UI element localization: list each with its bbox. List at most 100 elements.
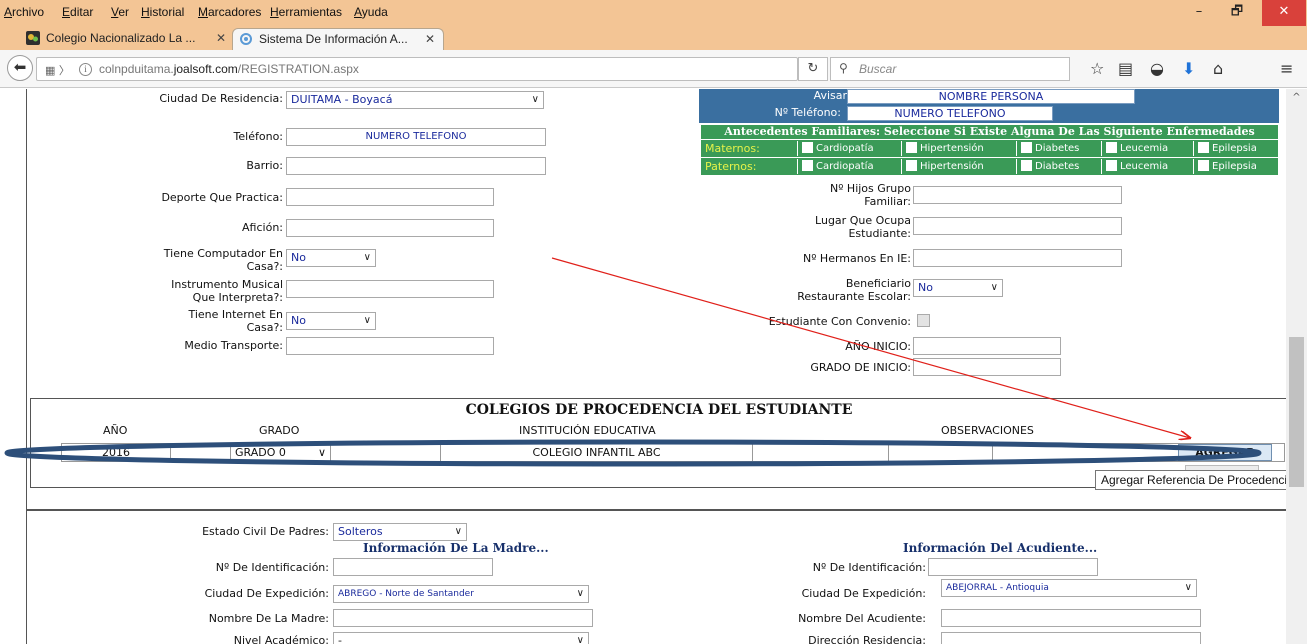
- hijos-label-2: Familiar:: [864, 195, 911, 208]
- grado-inicio-input[interactable]: [913, 358, 1061, 376]
- chevron-down-icon: ∨: [454, 526, 462, 537]
- direccion-residencia-input[interactable]: [941, 632, 1201, 644]
- computador-label-2: Casa?:: [246, 260, 283, 273]
- grado-inicio-label: GRADO DE INICIO:: [810, 361, 911, 374]
- chevron-down-icon: ∨: [1184, 582, 1192, 593]
- instrumento-input[interactable]: [286, 280, 494, 298]
- internet-label-2: Casa?:: [246, 321, 283, 334]
- barrio-input[interactable]: [286, 157, 546, 175]
- nivel-academico-label: Nivel Académico:: [233, 634, 329, 644]
- download-icon[interactable]: ⬇: [1182, 60, 1195, 78]
- nivel-academico-select[interactable]: - ∨: [333, 632, 589, 644]
- transporte-input[interactable]: [286, 337, 494, 355]
- avisar-telefono-label: Nº Teléfono:: [774, 106, 841, 119]
- scroll-up-arrow-icon[interactable]: ^: [1286, 89, 1307, 106]
- maternos-row: Maternos: Cardiopatía Hipertensión Diabe…: [701, 140, 1278, 157]
- tab-title: Colegio Nacionalizado La ...: [46, 31, 196, 45]
- info-icon[interactable]: i: [79, 63, 92, 76]
- hijos-input[interactable]: [913, 186, 1122, 204]
- menu-marcadores[interactable]: Marcadores: [198, 5, 261, 19]
- agregar-button[interactable]: AGREGAR: [1178, 444, 1272, 461]
- avisar-telefono-input[interactable]: NUMERO TELEFONO: [847, 106, 1053, 121]
- nombre-madre-input[interactable]: [333, 609, 593, 627]
- menu-ver[interactable]: Ver: [111, 5, 129, 19]
- ciudad-residencia-label: Ciudad De Residencia:: [159, 92, 283, 105]
- search-input[interactable]: ⚲ Buscar: [830, 57, 1070, 81]
- home-icon[interactable]: ⌂: [1213, 60, 1223, 78]
- maternos-epilepsia-checkbox[interactable]: Epilepsia: [1193, 141, 1278, 156]
- aficion-input[interactable]: [286, 219, 494, 237]
- tab-colegio[interactable]: Colegio Nacionalizado La ... ✕: [20, 28, 234, 50]
- spacer-cell: [170, 444, 230, 461]
- menu-hamburger-icon[interactable]: ≡: [1280, 60, 1293, 78]
- paternos-cardiopatia-checkbox[interactable]: Cardiopatía: [797, 159, 901, 174]
- paternos-diabetes-checkbox[interactable]: Diabetes: [1016, 159, 1101, 174]
- scroll-thumb[interactable]: [1289, 337, 1304, 487]
- menu-bar: Archivo Editar Ver Historial Marcadores …: [0, 0, 1307, 26]
- chevron-down-icon: ∨: [363, 315, 371, 326]
- barrio-label: Barrio:: [246, 159, 283, 172]
- header-institucion: INSTITUCIÓN EDUCATIVA: [519, 424, 656, 437]
- menu-editar[interactable]: Editar: [62, 5, 93, 19]
- institucion-input[interactable]: COLEGIO INFANTIL ABC: [440, 444, 752, 461]
- deporte-input[interactable]: [286, 188, 494, 206]
- direccion-residencia-label: Dirección Residencia:: [808, 634, 926, 644]
- grado-select[interactable]: GRADO 0 ∨: [230, 444, 330, 461]
- search-placeholder: Buscar: [859, 62, 897, 76]
- reload-button[interactable]: ↻: [798, 57, 828, 81]
- restore-button[interactable]: 🗗: [1218, 0, 1256, 26]
- tab-close-icon[interactable]: ✕: [216, 28, 226, 48]
- tab-close-icon[interactable]: ✕: [425, 29, 435, 49]
- maternos-diabetes-checkbox[interactable]: Diabetes: [1016, 141, 1101, 156]
- url-bar[interactable]: ▦ 〉 i colnpduitama.joalsoft.com/REGISTRA…: [36, 57, 798, 81]
- acudiente-identificacion-input[interactable]: [928, 558, 1098, 576]
- pocket-icon[interactable]: ◒: [1150, 60, 1164, 78]
- close-window-button[interactable]: ✕: [1262, 0, 1306, 26]
- nombre-acudiente-input[interactable]: [941, 609, 1201, 627]
- computador-select[interactable]: No ∨: [286, 249, 376, 267]
- hermanos-input[interactable]: [913, 249, 1122, 267]
- lugar-label-2: Estudiante:: [848, 227, 911, 240]
- menu-herramientas[interactable]: Herramientas: [270, 5, 342, 19]
- bookmark-star-icon[interactable]: ☆: [1090, 60, 1104, 78]
- maternos-hipertension-checkbox[interactable]: Hipertensión: [901, 141, 1016, 156]
- ciudad-residencia-select[interactable]: DUITAMA - Boyacá ∨: [286, 91, 544, 109]
- page-content: Ciudad De Residencia: DUITAMA - Boyacá ∨ …: [0, 89, 1286, 644]
- back-arrow-icon: ⬅: [13, 58, 27, 76]
- internet-select[interactable]: No ∨: [286, 312, 376, 330]
- back-button[interactable]: ⬅: [7, 55, 33, 81]
- paternos-epilepsia-checkbox[interactable]: Epilepsia: [1193, 159, 1278, 174]
- estado-civil-select[interactable]: Solteros ∨: [333, 523, 467, 541]
- telefono-input[interactable]: NUMERO TELEFONO: [286, 128, 546, 146]
- tab-sistema[interactable]: Sistema De Información A... ✕: [232, 28, 444, 50]
- anio-inicio-input[interactable]: [913, 337, 1061, 355]
- madre-expedicion-select[interactable]: ABREGO - Norte de Santander ∨: [333, 585, 589, 603]
- navigation-bar: ⬅ ▦ 〉 i colnpduitama.joalsoft.com/REGIST…: [0, 50, 1307, 88]
- beneficiario-select[interactable]: No ∨: [913, 279, 1003, 297]
- avisar-label: Avisar a:: [813, 89, 861, 102]
- minimize-button[interactable]: –: [1180, 0, 1218, 26]
- anio-cell[interactable]: 2016: [62, 444, 170, 461]
- acudiente-expedicion-select[interactable]: ABEJORRAL - Antioquia ∨: [941, 579, 1197, 597]
- madre-identificacion-label: Nº De Identificación:: [215, 561, 329, 574]
- reading-list-icon[interactable]: ▤: [1118, 60, 1133, 78]
- maternos-leucemia-checkbox[interactable]: Leucemia: [1101, 141, 1193, 156]
- avisar-input[interactable]: NOMBRE PERSONA: [847, 89, 1135, 104]
- menu-ayuda[interactable]: Ayuda: [354, 5, 388, 19]
- hermanos-label: Nº Hermanos En IE:: [803, 252, 911, 265]
- menu-historial[interactable]: Historial: [141, 5, 184, 19]
- nombre-madre-label: Nombre De La Madre:: [208, 612, 329, 625]
- paternos-hipertension-checkbox[interactable]: Hipertensión: [901, 159, 1016, 174]
- vertical-scrollbar[interactable]: ^: [1286, 89, 1307, 644]
- madre-identificacion-input[interactable]: [333, 558, 493, 576]
- lugar-input[interactable]: [913, 217, 1122, 235]
- spacer-cell: [992, 444, 1096, 461]
- acudiente-section-title: Información Del Acudiente...: [903, 541, 1098, 555]
- menu-archivo[interactable]: Archivo: [4, 5, 44, 19]
- paternos-leucemia-checkbox[interactable]: Leucemia: [1101, 159, 1193, 174]
- antecedentes-panel: Antecedentes Familiares: Seleccione Si E…: [701, 125, 1278, 178]
- convenio-checkbox[interactable]: [917, 314, 930, 327]
- antecedentes-title: Antecedentes Familiares: Seleccione Si E…: [701, 125, 1278, 139]
- maternos-cardiopatia-checkbox[interactable]: Cardiopatía: [797, 141, 901, 156]
- header-grado: GRADO: [259, 424, 300, 437]
